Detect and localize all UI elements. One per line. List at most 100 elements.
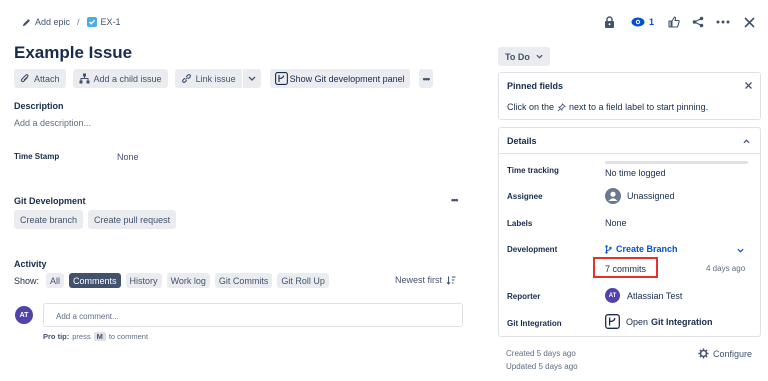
time-tracking-value[interactable]: No time logged xyxy=(605,168,666,178)
task-checkbox-icon xyxy=(86,17,97,27)
time-tracking-label: Time tracking xyxy=(507,166,559,175)
git-integration-value: Git Integration xyxy=(651,316,713,327)
toolbar-more-button[interactable]: ••• xyxy=(418,69,434,88)
pinned-fields-panel: Pinned fields Click on the next to a fie… xyxy=(498,72,761,120)
description-heading: Description xyxy=(14,101,64,111)
filter-git-roll-up[interactable]: Git Roll Up xyxy=(277,273,329,288)
chevron-down-icon[interactable] xyxy=(737,248,744,253)
reporter-value: Atlassian Test xyxy=(627,290,683,301)
sort-label: Newest first xyxy=(395,275,443,285)
status-label: To Do xyxy=(505,51,530,62)
gear-icon xyxy=(698,348,709,359)
assignee-field[interactable]: Unassigned xyxy=(605,188,675,204)
breadcrumb: Add epic / EX-1 xyxy=(22,15,121,29)
open-git-integration-link[interactable]: Open Git Integration xyxy=(605,314,713,329)
sort-toggle[interactable]: Newest first xyxy=(395,275,456,285)
thumbs-up-icon[interactable] xyxy=(668,16,680,28)
pinned-text-after: next to a field label to start pinning. xyxy=(569,102,709,112)
status-dropdown[interactable]: To Do xyxy=(498,47,550,66)
details-header[interactable]: Details xyxy=(499,128,760,154)
pro-tip-suffix: to comment xyxy=(108,332,149,341)
git-integration-open: Open xyxy=(626,316,649,327)
pro-tip-key: M xyxy=(93,332,106,341)
reporter-avatar: AT xyxy=(605,288,620,303)
chevron-down-icon xyxy=(536,54,543,59)
close-icon[interactable] xyxy=(744,16,755,28)
filter-git-commits[interactable]: Git Commits xyxy=(214,273,273,288)
toolbar-more-label: ••• xyxy=(422,73,431,84)
details-heading: Details xyxy=(507,136,537,146)
attach-button[interactable]: Attach xyxy=(14,69,66,88)
add-child-issue-label: Add a child issue xyxy=(93,73,162,84)
updated-timestamp: Updated 5 days ago xyxy=(506,362,578,371)
breadcrumb-separator: / xyxy=(77,17,80,27)
git-integration-label: Git Integration xyxy=(507,319,562,328)
link-icon xyxy=(181,73,192,84)
labels-value[interactable]: None xyxy=(605,218,627,228)
pro-tip-prefix: Pro tip: xyxy=(43,332,70,341)
show-label: Show: xyxy=(14,275,40,286)
commits-time: 4 days ago xyxy=(706,264,746,273)
reporter-field[interactable]: AT Atlassian Test xyxy=(605,288,682,303)
commits-link[interactable]: 7 commits xyxy=(605,264,646,274)
filter-work-log[interactable]: Work log xyxy=(166,273,210,288)
git-panel-label: Show Git development panel xyxy=(289,73,405,84)
branch-icon xyxy=(605,244,612,254)
attach-label: Attach xyxy=(34,73,60,84)
configure-label: Configure xyxy=(713,348,753,359)
watch-count: 1 xyxy=(649,17,655,27)
close-icon[interactable] xyxy=(745,82,752,89)
link-issue-button[interactable]: Link issue xyxy=(174,69,242,88)
chevron-up-icon xyxy=(743,139,750,144)
filter-all[interactable]: All xyxy=(46,273,65,288)
unassigned-avatar-icon xyxy=(605,188,621,204)
link-issue-dropdown[interactable] xyxy=(242,69,261,88)
pinned-fields-heading: Pinned fields xyxy=(507,81,564,91)
pro-tip-press: press xyxy=(72,332,91,341)
git-development-more[interactable]: ••• xyxy=(451,195,459,205)
link-issue-label: Link issue xyxy=(195,73,236,84)
assignee-value: Unassigned xyxy=(627,191,675,201)
git-integration-icon xyxy=(605,314,620,329)
pro-tip: Pro tip: press M to comment xyxy=(43,332,148,341)
activity-heading: Activity xyxy=(14,259,47,269)
pinned-fields-hint: Click on the next to a field label to st… xyxy=(507,102,708,112)
git-development-actions: Create branch Create pull request xyxy=(14,210,177,229)
create-branch-link[interactable]: Create Branch xyxy=(605,244,678,254)
git-development-heading: Git Development xyxy=(14,196,86,206)
pin-icon xyxy=(557,102,566,112)
filter-comments[interactable]: Comments xyxy=(69,273,121,288)
more-actions-icon[interactable] xyxy=(716,20,730,24)
created-timestamp: Created 5 days ago xyxy=(506,349,576,358)
assignee-label: Assignee xyxy=(507,192,543,201)
add-epic-link[interactable]: Add epic xyxy=(35,17,70,27)
comment-input[interactable]: Add a comment... xyxy=(43,303,463,327)
hierarchy-icon xyxy=(79,73,90,84)
git-panel-button[interactable]: Show Git development panel xyxy=(269,69,410,88)
git-integration-icon xyxy=(274,72,288,85)
time-tracking-bar xyxy=(605,161,748,164)
create-pull-request-button[interactable]: Create pull request xyxy=(88,210,177,229)
reporter-label: Reporter xyxy=(507,292,541,301)
time-stamp-value[interactable]: None xyxy=(117,152,139,162)
eye-icon[interactable] xyxy=(631,17,645,27)
create-branch-button[interactable]: Create branch xyxy=(14,210,84,229)
pinned-text-before: Click on the xyxy=(507,102,555,112)
pencil-icon xyxy=(22,18,31,27)
issue-title[interactable]: Example Issue xyxy=(14,43,132,63)
activity-filters: Show: All Comments History Work log Git … xyxy=(14,273,329,288)
filter-history[interactable]: History xyxy=(125,273,162,288)
issue-key-link[interactable]: EX-1 xyxy=(101,17,121,27)
details-panel: Details Time tracking No time logged Ass… xyxy=(498,127,761,337)
description-field[interactable]: Add a description... xyxy=(14,118,91,128)
share-icon[interactable] xyxy=(692,16,704,28)
configure-button[interactable]: Configure xyxy=(698,348,752,359)
add-child-issue-button[interactable]: Add a child issue xyxy=(72,69,168,88)
create-branch-label: Create Branch xyxy=(616,244,678,254)
lock-icon[interactable] xyxy=(601,16,617,28)
sort-icon xyxy=(446,276,456,285)
header-actions: 1 xyxy=(601,14,755,30)
chevron-down-icon xyxy=(248,76,256,81)
paperclip-icon xyxy=(20,73,30,84)
labels-label: Labels xyxy=(507,219,533,228)
